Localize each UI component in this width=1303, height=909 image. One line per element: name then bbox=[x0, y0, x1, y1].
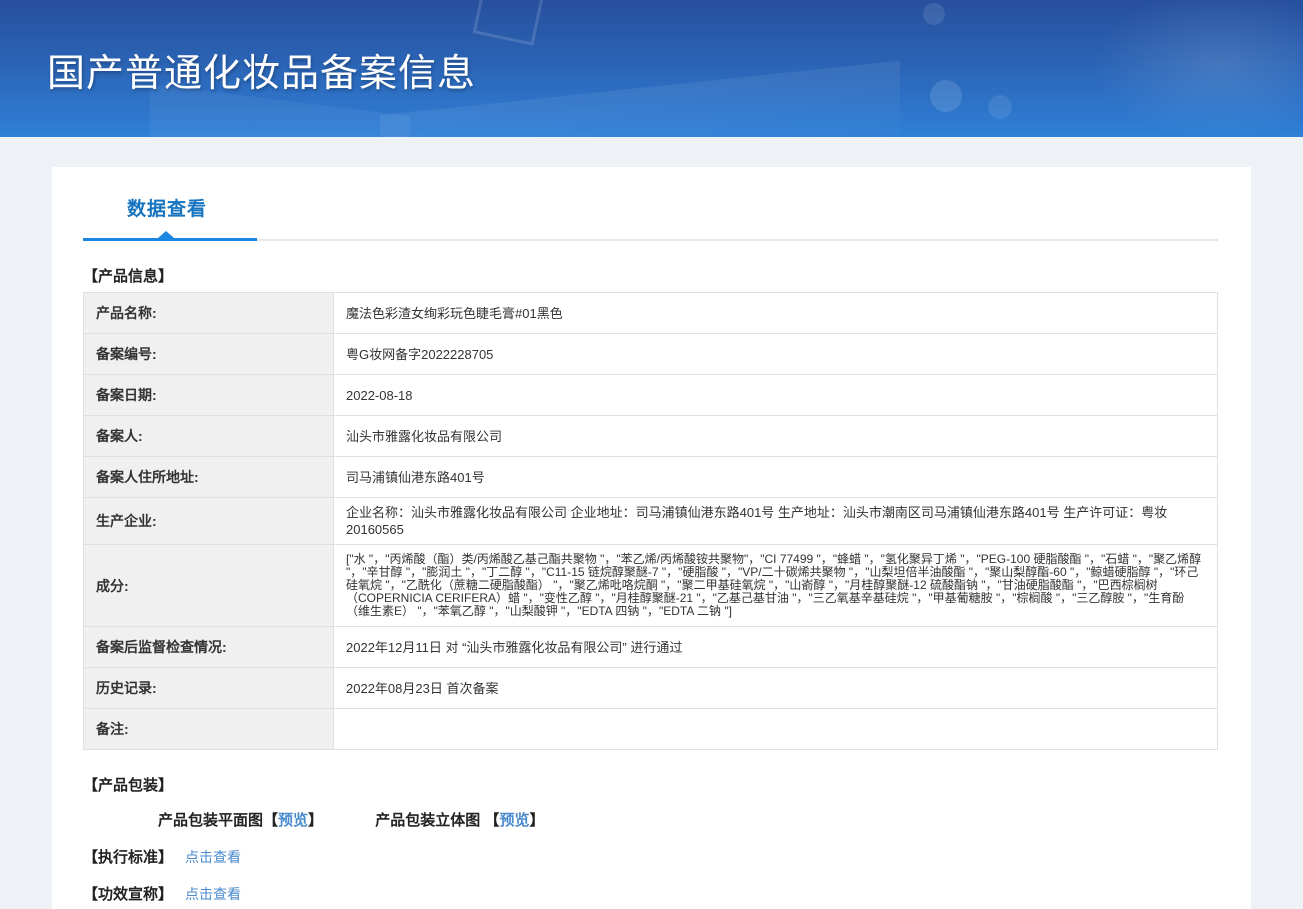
tab-data-view[interactable]: 数据查看 bbox=[127, 194, 207, 221]
header-decor-circle-2 bbox=[930, 80, 962, 112]
header-decor-circle-1 bbox=[923, 3, 945, 25]
table-row: 备注: bbox=[83, 708, 1218, 750]
table-row: 备案日期: 2022-08-18 bbox=[83, 374, 1218, 416]
efficacy-view-link[interactable]: 点击查看 bbox=[185, 884, 241, 904]
table-row: 历史记录: 2022年08月23日 首次备案 bbox=[83, 667, 1218, 709]
tab-underline-track bbox=[257, 239, 1218, 241]
header-decor-circle-3 bbox=[988, 95, 1012, 119]
section-title-product-info: 【产品信息】 bbox=[83, 268, 174, 285]
row-label: 备案编号: bbox=[83, 333, 334, 375]
table-row: 备案人: 汕头市雅露化妆品有限公司 bbox=[83, 415, 1218, 457]
section-title-packaging: 【产品包装】 bbox=[83, 777, 174, 794]
bracket-open: 【 bbox=[484, 812, 500, 829]
standard-view-link[interactable]: 点击查看 bbox=[185, 847, 241, 867]
table-row: 备案人住所地址: 司马浦镇仙港东路401号 bbox=[83, 456, 1218, 498]
row-value: 2022年12月11日 对 “汕头市雅露化妆品有限公司” 进行通过 bbox=[333, 626, 1218, 668]
row-value: 企业名称：汕头市雅露化妆品有限公司 企业地址：司马浦镇仙港东路401号 生产地址… bbox=[333, 497, 1218, 545]
table-row: 备案编号: 粤G妆网备字2022228705 bbox=[83, 333, 1218, 375]
row-label: 产品名称: bbox=[83, 292, 334, 334]
bracket-close: 】 bbox=[308, 812, 324, 829]
row-label: 备案人: bbox=[83, 415, 334, 457]
table-row: 产品名称: 魔法色彩渣女绚彩玩色睫毛膏#01黑色 bbox=[83, 292, 1218, 334]
row-label: 备案后监督检查情况: bbox=[83, 626, 334, 668]
row-label: 历史记录: bbox=[83, 667, 334, 709]
stereo-preview-link[interactable]: 预览 bbox=[499, 812, 529, 829]
packaging-links-row: 产品包装平面图【预览】 产品包装立体图 【预览】 bbox=[83, 809, 1218, 830]
row-label: 备案人住所地址: bbox=[83, 456, 334, 498]
row-value bbox=[333, 708, 1218, 750]
bracket-open: 【 bbox=[263, 812, 279, 829]
table-row-ingredients: 成分: ["水 "，"丙烯酸（酯）类/丙烯酸乙基己酯共聚物 "，"苯乙烯/丙烯酸… bbox=[83, 544, 1218, 627]
row-label: 备案日期: bbox=[83, 374, 334, 416]
standard-row: 【执行标准】 点击查看 bbox=[83, 846, 1218, 867]
row-value: ["水 "，"丙烯酸（酯）类/丙烯酸乙基己酯共聚物 "，"苯乙烯/丙烯酸铵共聚物… bbox=[333, 544, 1218, 627]
row-value: 2022年08月23日 首次备案 bbox=[333, 667, 1218, 709]
row-label: 生产企业: bbox=[83, 497, 334, 545]
main-card: 数据查看 【产品信息】 产品名称: 魔法色彩渣女绚彩玩色睫毛膏#01黑色 备案编… bbox=[52, 167, 1251, 909]
table-row: 生产企业: 企业名称：汕头市雅露化妆品有限公司 企业地址：司马浦镇仙港东路401… bbox=[83, 497, 1218, 545]
stereo-image-label: 产品包装立体图 bbox=[375, 812, 481, 829]
row-value: 汕头市雅露化妆品有限公司 bbox=[333, 415, 1218, 457]
tab-underline-active bbox=[83, 238, 257, 241]
section-title-standard: 【执行标准】 bbox=[83, 849, 174, 866]
page-title: 国产普通化妆品备案信息 bbox=[47, 53, 477, 95]
flat-image-label: 产品包装平面图 bbox=[158, 812, 264, 829]
row-value: 魔法色彩渣女绚彩玩色睫毛膏#01黑色 bbox=[333, 292, 1218, 334]
tab-pointer-triangle bbox=[158, 231, 174, 238]
header-decor-square bbox=[472, 0, 546, 46]
product-info-table: 产品名称: 魔法色彩渣女绚彩玩色睫毛膏#01黑色 备案编号: 粤G妆网备字202… bbox=[83, 292, 1218, 750]
section-title-efficacy: 【功效宣称】 bbox=[83, 886, 174, 903]
page-header: 国产普通化妆品备案信息 bbox=[0, 0, 1303, 137]
row-value: 2022-08-18 bbox=[333, 374, 1218, 416]
tab-underline bbox=[83, 231, 1218, 241]
efficacy-row: 【功效宣称】 点击查看 bbox=[83, 883, 1218, 904]
row-label: 成分: bbox=[83, 544, 334, 627]
row-value: 司马浦镇仙港东路401号 bbox=[333, 456, 1218, 498]
table-row: 备案后监督检查情况: 2022年12月11日 对 “汕头市雅露化妆品有限公司” … bbox=[83, 626, 1218, 668]
row-label: 备注: bbox=[83, 708, 334, 750]
header-decor-ellipse bbox=[1090, 0, 1303, 137]
flat-preview-link[interactable]: 预览 bbox=[278, 812, 308, 829]
bracket-close: 】 bbox=[529, 812, 545, 829]
row-value: 粤G妆网备字2022228705 bbox=[333, 333, 1218, 375]
